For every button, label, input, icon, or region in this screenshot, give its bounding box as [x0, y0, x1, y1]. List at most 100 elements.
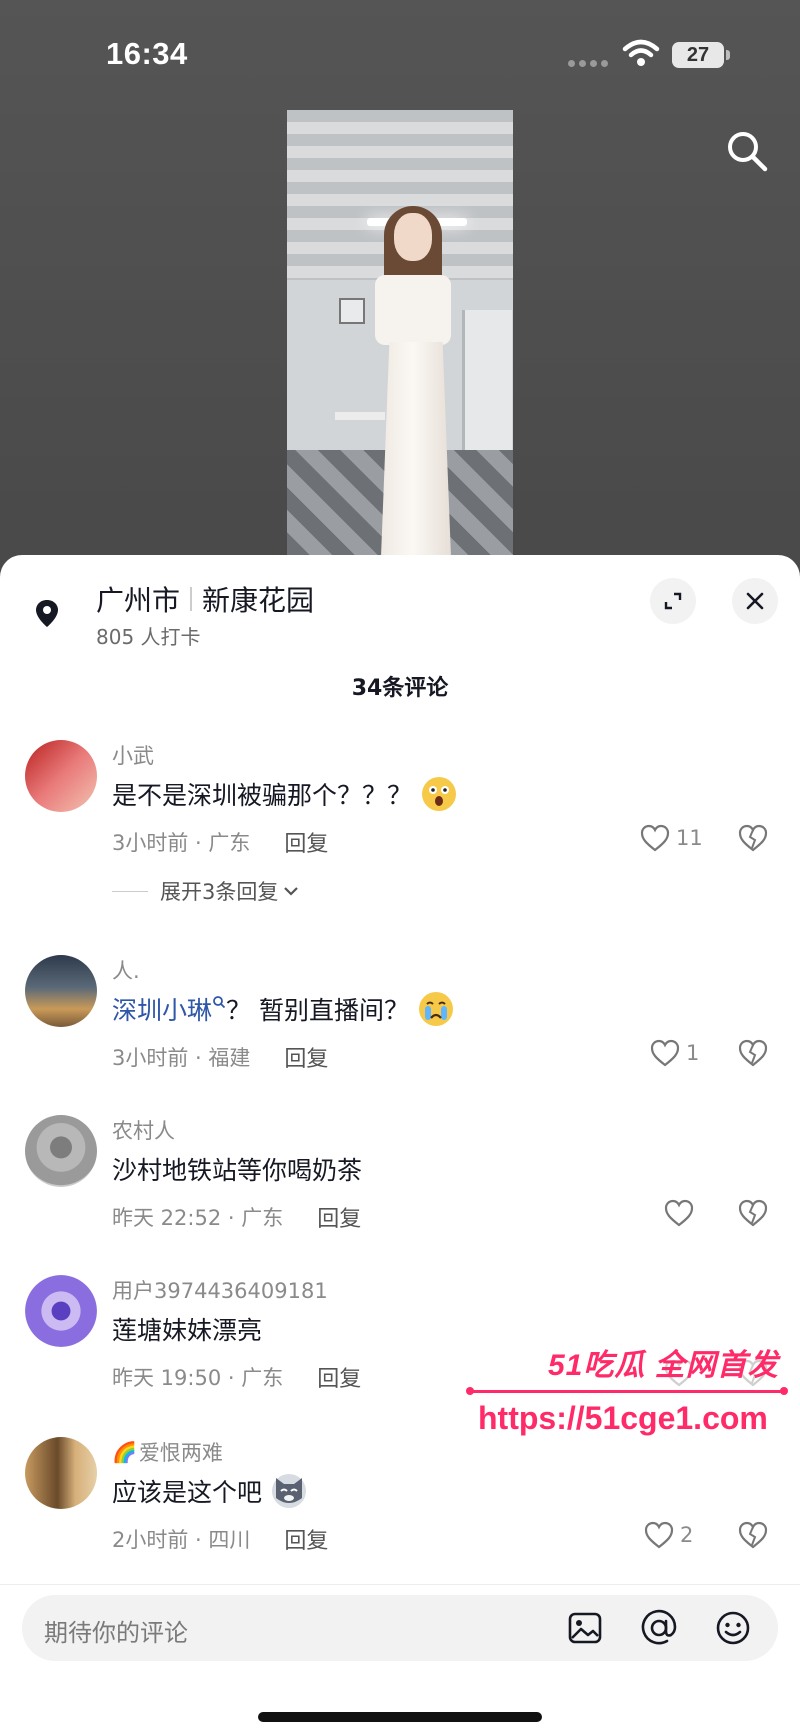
comment-username-text: 爱恨两难	[138, 1441, 223, 1465]
comment-username[interactable]: 🌈 爱恨两难	[112, 1437, 223, 1467]
video-preview[interactable]	[287, 110, 513, 555]
broken-heart-icon[interactable]	[738, 824, 768, 852]
wifi-icon	[622, 39, 660, 66]
close-button[interactable]	[732, 578, 778, 624]
comment-text: 沙村地铁站等你喝奶茶	[112, 1151, 362, 1187]
location-separator	[190, 587, 193, 611]
comment-time-location: 昨天 22:52 · 广东	[112, 1206, 284, 1230]
watermark-line	[468, 1390, 783, 1393]
like-button[interactable]: 11	[640, 824, 703, 852]
home-indicator	[258, 1712, 542, 1722]
input-divider	[0, 1584, 800, 1585]
comment-meta: 3小时前 · 福建 回复	[112, 1041, 328, 1073]
expand-divider	[112, 890, 148, 892]
reply-button[interactable]: 回复	[317, 1201, 361, 1233]
comment-meta: 昨天 22:52 · 广东 回复	[112, 1201, 361, 1233]
expand-icon	[664, 592, 682, 610]
like-count: 11	[676, 826, 703, 850]
comment-time-location: 昨天 19:50 · 广东	[112, 1366, 284, 1390]
comment-username[interactable]: 用户3974436409181	[112, 1275, 328, 1305]
comment-meta: 3小时前 · 广东 回复	[112, 826, 328, 858]
avatar[interactable]	[25, 1275, 97, 1347]
comment-text-body: 应该是这个吧	[112, 1478, 263, 1507]
location-city: 广州市	[96, 584, 181, 617]
heart-icon	[650, 1039, 680, 1067]
close-icon	[746, 592, 764, 610]
battery-cap	[726, 50, 730, 60]
comment-meta: 2小时前 · 四川 回复	[112, 1523, 328, 1555]
like-button[interactable]: 2	[644, 1521, 693, 1549]
expand-replies-label: 展开3条回复	[160, 880, 279, 904]
heart-icon	[640, 824, 670, 852]
broken-heart-icon[interactable]	[738, 1521, 768, 1549]
comment-text: 应该是这个吧	[112, 1473, 307, 1509]
cellular-signal-icon	[568, 60, 608, 67]
comment-username[interactable]: 农村人	[112, 1115, 175, 1145]
comment-text-body: 是不是深圳被骗那个？？？	[112, 781, 413, 810]
chevron-down-icon	[284, 887, 299, 896]
avatar[interactable]	[25, 740, 97, 812]
location-pin-icon	[36, 600, 58, 627]
video-person-top	[375, 275, 451, 345]
mention-search-icon	[213, 996, 226, 1009]
comment-username[interactable]: 小武	[112, 740, 154, 770]
comment-text-body: 沙村地铁站等你喝奶茶	[112, 1156, 363, 1185]
shocked-emoji-icon	[422, 777, 457, 811]
comment-input[interactable]: 期待你的评论	[22, 1595, 778, 1661]
reply-button[interactable]: 回复	[284, 1523, 328, 1555]
expand-button[interactable]	[650, 578, 696, 624]
comment-text-body: ？ 暂别直播间？	[226, 996, 409, 1025]
watermark-dot	[780, 1387, 788, 1395]
watermark-url: https://51cge1.com	[478, 1400, 768, 1436]
screen: 16:34 27 广州市 新康花园 805 人打卡 34条评论 小武 是不是深圳…	[0, 0, 800, 1736]
image-icon[interactable]	[566, 1609, 604, 1647]
comment-time-location: 3小时前 · 广东	[112, 831, 251, 855]
watermark-title: 51吃瓜 全网首发	[548, 1349, 779, 1382]
like-button[interactable]	[664, 1199, 694, 1227]
heart-icon	[664, 1199, 694, 1227]
comment-text-body: 莲塘妹妹漂亮	[112, 1316, 263, 1345]
comment-username[interactable]: 人.	[112, 955, 140, 985]
broken-heart-icon[interactable]	[738, 1039, 768, 1067]
location-place: 新康花园	[202, 584, 315, 617]
avatar[interactable]	[25, 1115, 97, 1187]
search-icon[interactable]	[724, 128, 770, 174]
at-mention-icon[interactable]	[640, 1609, 678, 1647]
video-person-pants	[381, 342, 451, 555]
watermark-dot	[466, 1387, 474, 1395]
crying-emoji-icon	[418, 992, 453, 1026]
comment-time-location: 3小时前 · 福建	[112, 1046, 251, 1070]
mention-link[interactable]: 深圳小琳	[112, 991, 212, 1027]
reply-button[interactable]: 回复	[317, 1361, 361, 1393]
reply-button[interactable]: 回复	[284, 826, 328, 858]
video-door	[462, 310, 512, 460]
comment-time-location: 2小时前 · 四川	[112, 1528, 251, 1552]
avatar[interactable]	[25, 955, 97, 1027]
heart-icon	[644, 1521, 674, 1549]
video-table	[335, 412, 385, 420]
like-count: 1	[686, 1041, 700, 1065]
like-count: 2	[680, 1523, 694, 1547]
emoji-icon[interactable]	[714, 1609, 752, 1647]
status-time: 16:34	[106, 36, 188, 71]
status-bar: 16:34 27	[0, 0, 800, 110]
broken-heart-icon[interactable]	[738, 1199, 768, 1227]
avatar[interactable]	[25, 1437, 97, 1509]
reply-button[interactable]: 回复	[284, 1041, 328, 1073]
like-button[interactable]: 1	[650, 1039, 699, 1067]
comment-text: 莲塘妹妹漂亮	[112, 1311, 262, 1347]
expand-replies-button[interactable]: 展开3条回复	[112, 876, 300, 906]
location-title[interactable]: 广州市 新康花园	[96, 579, 314, 619]
video-fan	[339, 298, 365, 324]
cat-emoji-icon	[272, 1474, 307, 1508]
comments-sheet: 广州市 新康花园 805 人打卡 34条评论 小武 是不是深圳被骗那个？？？ 3…	[0, 555, 800, 1736]
video-person-head	[394, 213, 432, 261]
battery-indicator: 27	[672, 42, 724, 68]
comment-text: 深圳小琳 ？ 暂别直播间？	[112, 991, 453, 1027]
rainbow-icon: 🌈	[112, 1440, 137, 1464]
comment-meta: 昨天 19:50 · 广东 回复	[112, 1361, 361, 1393]
location-checkins: 805 人打卡	[96, 625, 201, 649]
comment-text: 是不是深圳被骗那个？？？	[112, 776, 457, 812]
comment-input-placeholder: 期待你的评论	[44, 1619, 188, 1647]
comment-count: 34条评论	[351, 676, 449, 701]
